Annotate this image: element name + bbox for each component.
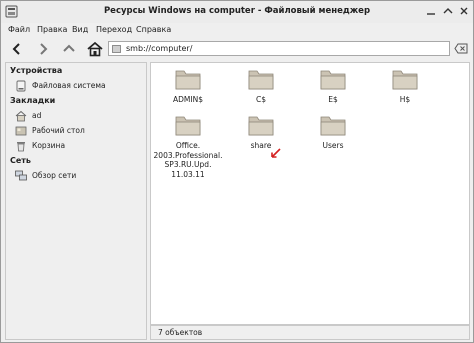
folder-item[interactable]: E$ (303, 67, 363, 105)
title-bar[interactable]: Ресурсы Windows на computer - Файловый м… (1, 1, 473, 24)
sidebar-item-filesystem[interactable]: Файловая система (15, 80, 143, 92)
close-icon (460, 7, 468, 15)
folder-icon (175, 116, 201, 136)
toolbar: smb://computer/ (1, 37, 473, 61)
folder-name: Office. 2003.Professional. SP3.RU.Upd. 1… (153, 141, 223, 179)
sidebar-item-label: Корзина (32, 141, 66, 150)
file-view[interactable]: ADMIN$ C$ E$ H$ Office. 2003.Professiona… (150, 62, 470, 325)
folder-item[interactable]: H$ (375, 67, 435, 105)
up-button[interactable] (60, 40, 78, 58)
address-bar[interactable]: smb://computer/ (108, 41, 450, 56)
sidebar-item-label: Обзор сети (32, 171, 77, 180)
folder-icon (320, 116, 346, 136)
folder-name: C$ (255, 95, 266, 104)
folder-icon (320, 70, 346, 90)
clear-icon (454, 43, 468, 54)
folder-item[interactable]: C$ (231, 67, 291, 105)
maximize-icon (443, 8, 453, 14)
menu-view[interactable]: Вид (72, 25, 88, 34)
up-arrow-icon (63, 44, 75, 52)
forward-button[interactable] (34, 40, 52, 58)
folder-name: share (250, 141, 272, 150)
folder-item[interactable]: share (231, 113, 291, 151)
trash-icon (17, 142, 25, 152)
folder-icon (175, 70, 201, 90)
status-bar: 7 объектов (150, 325, 470, 340)
close-button[interactable] (457, 4, 471, 18)
menu-go[interactable]: Переход (96, 25, 132, 34)
maximize-button[interactable] (441, 4, 455, 18)
file-manager-window: Ресурсы Windows на computer - Файловый м… (0, 0, 474, 343)
back-button[interactable] (8, 40, 26, 58)
back-arrow-icon (12, 43, 20, 55)
sidebar-heading-network: Сеть (10, 156, 31, 165)
window-title: Ресурсы Windows на computer - Файловый м… (103, 6, 371, 16)
folder-name: E$ (328, 95, 338, 104)
sidebar-item-trash[interactable]: Корзина (15, 140, 143, 152)
desktop-icon (15, 126, 27, 136)
folder-name: Users (322, 141, 344, 150)
folder-icon (248, 116, 274, 136)
folder-icon (248, 70, 274, 90)
folder-item[interactable]: Office. 2003.Professional. SP3.RU.Upd. 1… (153, 113, 223, 179)
sidebar-heading-bookmarks: Закладки (10, 96, 56, 105)
home-icon (87, 41, 103, 57)
sidebar-item-network[interactable]: Обзор сети (15, 170, 143, 182)
folder-name: H$ (399, 95, 411, 104)
clear-address-button[interactable] (454, 42, 469, 55)
menu-help[interactable]: Справка (136, 25, 171, 34)
location-folder-icon (112, 45, 121, 53)
home-button[interactable] (86, 40, 104, 58)
minimize-button[interactable] (424, 4, 438, 18)
sidebar-heading-devices: Устройства (10, 66, 63, 75)
network-icon (15, 170, 27, 181)
folder-item[interactable]: Users (303, 113, 363, 151)
sidebar-item-label: Файловая система (32, 81, 106, 90)
menu-bar: Файл Правка Вид Переход Справка (1, 23, 473, 37)
sidebar-item-desktop[interactable]: Рабочий стол (15, 125, 143, 137)
folder-name: ADMIN$ (173, 95, 203, 104)
status-text: 7 объектов (158, 328, 203, 337)
minimize-icon (427, 13, 435, 15)
sidebar-item-label: Рабочий стол (32, 126, 85, 135)
sidebar: Устройства Файловая система Закладки ad … (5, 62, 147, 340)
sidebar-item-label: ad (32, 111, 42, 120)
forward-arrow-icon (40, 43, 48, 55)
address-text[interactable]: smb://computer/ (126, 44, 192, 53)
menu-file[interactable]: Файл (8, 25, 30, 34)
mouse-cursor-icon (271, 148, 281, 158)
sidebar-item-home[interactable]: ad (15, 110, 143, 122)
folder-item[interactable]: ADMIN$ (158, 67, 218, 105)
drive-icon (16, 80, 26, 92)
home-folder-icon (15, 110, 27, 122)
menu-edit[interactable]: Правка (37, 25, 67, 34)
folder-icon (392, 70, 418, 90)
